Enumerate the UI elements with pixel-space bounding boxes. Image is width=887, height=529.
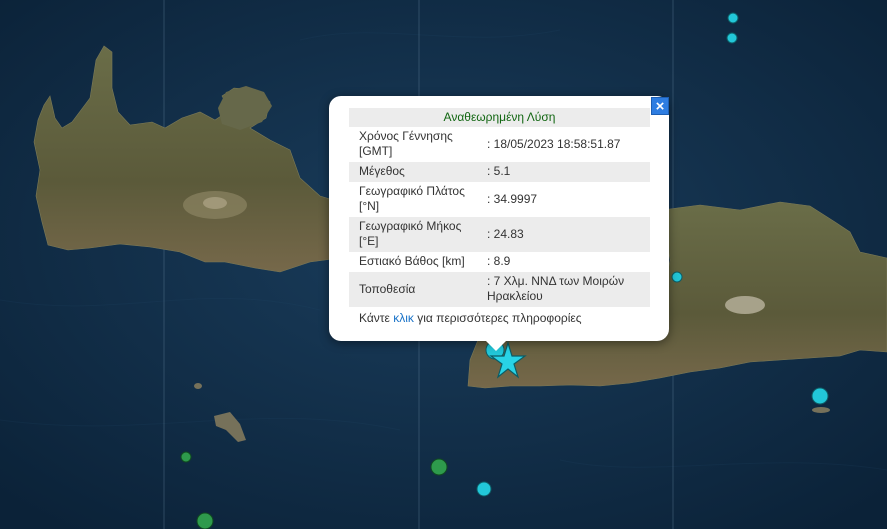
quake-marker[interactable] bbox=[726, 32, 738, 44]
info-row-time: Χρόνος Γέννησης [GMT] : 18/05/2023 18:58… bbox=[349, 127, 650, 162]
footer-suffix: για περισσότερες πληροφορίες bbox=[413, 311, 582, 325]
footer-prefix: Κάντε bbox=[359, 311, 394, 325]
quake-marker[interactable] bbox=[727, 12, 739, 24]
info-row-depth: Εστιακό Βάθος [km] : 8.9 bbox=[349, 252, 650, 272]
info-row-longitude: Γεωγραφικό Μήκος [°E] : 24.83 bbox=[349, 217, 650, 252]
latitude-label: Γεωγραφικό Πλάτος [°N] bbox=[359, 184, 465, 213]
magnitude-label: Μέγεθος bbox=[349, 162, 483, 182]
info-row-latitude: Γεωγραφικό Πλάτος [°N] : 34.9997 bbox=[349, 182, 650, 217]
quake-marker[interactable] bbox=[430, 458, 448, 476]
quake-marker[interactable] bbox=[476, 481, 492, 497]
quake-marker[interactable] bbox=[180, 451, 192, 463]
info-row-magnitude: Μέγεθος : 5.1 bbox=[349, 162, 650, 182]
mountain-highlight bbox=[725, 296, 765, 314]
location-label: Τοποθεσία bbox=[349, 272, 483, 307]
time-label: Χρόνος Γέννησης [GMT] bbox=[359, 129, 453, 158]
more-info-link[interactable]: κλικ bbox=[393, 311, 414, 325]
popup-pointer bbox=[485, 340, 507, 351]
longitude-value: : 24.83 bbox=[483, 217, 650, 252]
quake-marker[interactable] bbox=[196, 512, 214, 529]
info-row-location: Τοποθεσία : 7 Χλμ. ΝΝΔ των Μοιρών Ηρακλε… bbox=[349, 272, 650, 307]
islet bbox=[194, 383, 202, 389]
popup-title: Αναθεωρημένη Λύση bbox=[349, 108, 650, 127]
islet bbox=[812, 407, 830, 413]
popup-footer: Κάντε κλικ για περισσότερες πληροφορίες bbox=[359, 311, 582, 325]
longitude-label: Γεωγραφικό Μήκος [°E] bbox=[349, 217, 483, 252]
location-value: : 7 Χλμ. ΝΝΔ των Μοιρών Ηρακλείου bbox=[483, 272, 650, 307]
latitude-value: : 34.9997 bbox=[487, 191, 538, 206]
quake-marker[interactable] bbox=[811, 387, 829, 405]
quake-marker[interactable] bbox=[671, 271, 683, 283]
magnitude-value: : 5.1 bbox=[483, 162, 650, 182]
time-value: : 18/05/2023 18:58:51.87 bbox=[487, 136, 621, 151]
depth-value: : 8.9 bbox=[487, 254, 511, 268]
depth-label: Εστιακό Βάθος [km] bbox=[359, 254, 465, 268]
earthquake-info-table: Αναθεωρημένη Λύση Χρόνος Γέννησης [GMT] … bbox=[349, 108, 650, 307]
close-icon[interactable]: × bbox=[651, 97, 669, 115]
